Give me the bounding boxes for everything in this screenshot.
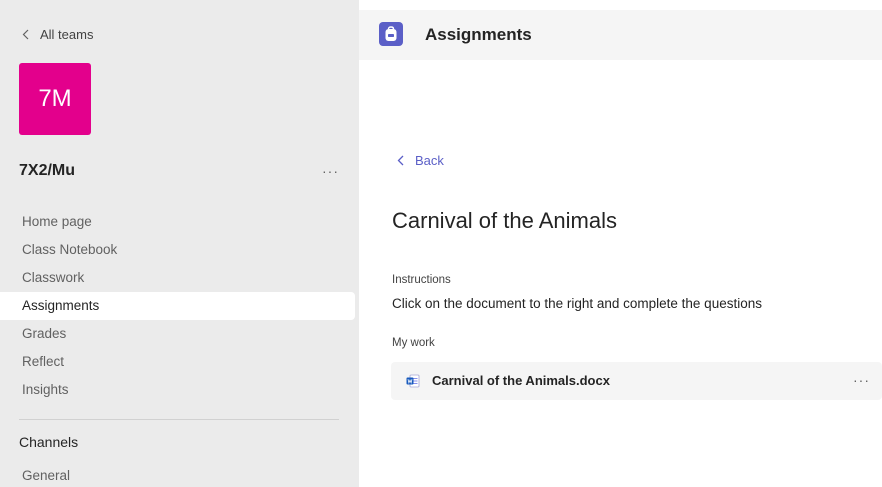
team-initials: 7M xyxy=(38,85,72,112)
channels-heading: Channels xyxy=(19,434,79,450)
sidebar-item-classwork[interactable]: Classwork xyxy=(0,264,355,292)
file-more-options-button[interactable]: ··· xyxy=(853,372,870,388)
sidebar-item-home-page[interactable]: Home page xyxy=(0,208,355,236)
assignment-title: Carnival of the Animals xyxy=(392,208,617,233)
file-name: Carnival of the Animals.docx xyxy=(432,373,610,388)
word-doc-icon xyxy=(406,374,420,388)
sidebar-nav: Home page Class Notebook Classwork Assig… xyxy=(0,208,355,404)
back-label: Back xyxy=(415,152,444,168)
my-work-label: My work xyxy=(392,337,435,349)
team-more-options-button[interactable]: ··· xyxy=(322,163,339,179)
sidebar-item-insights[interactable]: Insights xyxy=(0,376,355,404)
back-link[interactable]: Back xyxy=(395,152,444,168)
sidebar-item-grades[interactable]: Grades xyxy=(0,320,355,348)
team-name: 7X2/Mu xyxy=(19,162,76,179)
backpack-icon xyxy=(379,22,403,46)
sidebar-item-assignments[interactable]: Assignments xyxy=(0,292,355,320)
instructions-label: Instructions xyxy=(392,274,451,286)
instructions-text: Click on the document to the right and c… xyxy=(392,296,762,311)
app-title: Assignments xyxy=(425,25,532,44)
sidebar-divider xyxy=(19,419,339,420)
sidebar-item-reflect[interactable]: Reflect xyxy=(0,348,355,376)
chevron-left-icon xyxy=(20,26,30,42)
sidebar: All teams 7M 7X2/Mu ··· Home page Class … xyxy=(0,0,359,487)
main-content: Assignments Back Carnival of the Animals… xyxy=(359,0,882,487)
channel-item-general[interactable]: General xyxy=(22,468,70,483)
sidebar-item-class-notebook[interactable]: Class Notebook xyxy=(0,236,355,264)
all-teams-link[interactable]: All teams xyxy=(20,26,93,42)
app-header: Assignments xyxy=(359,10,882,60)
file-attachment[interactable]: Carnival of the Animals.docx ··· xyxy=(391,362,882,400)
chevron-left-icon xyxy=(395,152,405,168)
team-avatar: 7M xyxy=(19,63,91,135)
all-teams-label: All teams xyxy=(40,26,94,42)
